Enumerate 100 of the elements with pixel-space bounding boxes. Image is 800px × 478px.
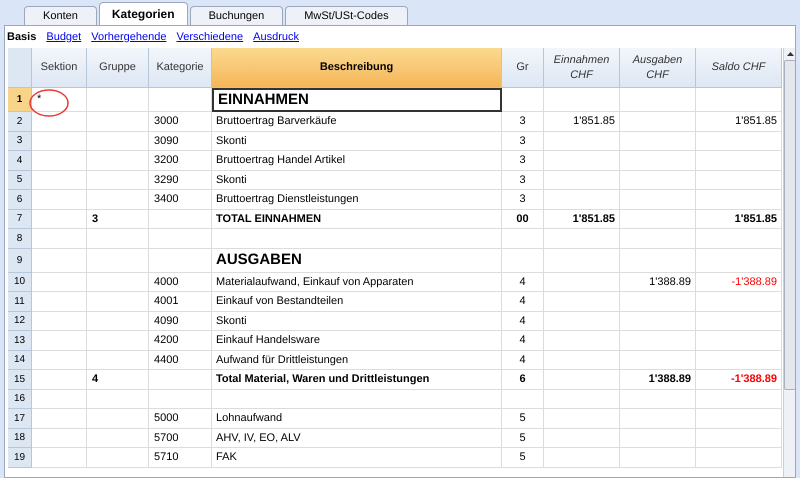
gr-cell: 5 [502,448,544,468]
category-cell: 3090 [149,132,212,151]
income-cell: 1'851.85 [544,210,620,229]
gr-cell: 3 [502,132,544,151]
column-header[interactable]: Ausgaben CHF [620,48,696,88]
section-cell: * [32,88,87,112]
section-cell [32,390,87,409]
row-number[interactable]: 4 [8,151,32,170]
group-cell [87,190,149,210]
balance-cell: -1'388.89 [696,272,782,292]
section-cell [32,292,87,312]
column-header[interactable]: Gruppe [87,48,149,88]
column-header[interactable]: Beschreibung [212,48,502,88]
category-cell: 5700 [149,428,212,448]
row-number[interactable]: 3 [8,132,32,151]
row-number[interactable]: 15 [8,370,32,390]
gr-cell [502,88,544,112]
description-cell: AHV, IV, EO, ALV [212,428,502,448]
gr-cell: 00 [502,210,544,229]
view-link[interactable]: Basis [7,28,36,46]
group-cell [87,312,149,331]
group-cell [87,229,149,248]
tab[interactable]: Buchungen [190,6,284,25]
row-number[interactable]: 12 [8,312,32,331]
group-cell [87,248,149,272]
column-header[interactable]: Saldo CHF [696,48,782,88]
column-header[interactable]: Einnahmen CHF [544,48,620,88]
row-number[interactable]: 13 [8,331,32,350]
scroll-thumb[interactable] [784,60,795,390]
description-cell: EINNAHMEN [212,88,502,112]
category-cell [149,229,212,248]
row-number[interactable]: 7 [8,210,32,229]
row-number[interactable]: 14 [8,350,32,370]
category-cell: 3400 [149,190,212,210]
tab[interactable]: MwSt/USt-Codes [285,6,408,25]
row-number[interactable]: 17 [8,409,32,428]
gr-cell [502,248,544,272]
description-cell: Bruttoertrag Barverkäufe [212,112,502,132]
section-cell [32,248,87,272]
view-link[interactable]: Ausdruck [253,28,299,46]
column-header[interactable]: Kategorie [149,48,212,88]
row-number[interactable]: 11 [8,292,32,312]
row-number[interactable]: 9 [8,248,32,272]
scrollbar[interactable] [783,48,795,477]
category-cell [149,210,212,229]
gr-cell: 3 [502,170,544,190]
gr-cell [502,390,544,409]
description-cell: Lohnaufwand [212,409,502,428]
group-cell [87,88,149,112]
row-number[interactable]: 18 [8,428,32,448]
category-cell [149,248,212,272]
row-number[interactable]: 6 [8,190,32,210]
description-cell: TOTAL EINNAHMEN [212,210,502,229]
group-cell [87,132,149,151]
description-cell: FAK [212,448,502,468]
tab[interactable]: Konten [24,6,97,25]
row-number[interactable]: 19 [8,448,32,468]
scroll-up-icon[interactable] [786,52,794,56]
category-cell: 4400 [149,350,212,370]
description-cell: AUSGABEN [212,248,502,272]
description-cell: Skonti [212,312,502,331]
row-number[interactable]: 1 [8,88,32,112]
description-cell: Skonti [212,132,502,151]
category-cell: 3000 [149,112,212,132]
gr-cell [502,229,544,248]
column-header[interactable]: Sektion [32,48,87,88]
section-cell [32,272,87,292]
balance-cell: 1'851.85 [696,112,782,132]
row-number[interactable]: 2 [8,112,32,132]
group-cell [87,170,149,190]
view-link[interactable]: Budget [46,28,82,46]
row-number[interactable]: 5 [8,170,32,190]
group-cell [87,292,149,312]
category-cell: 4200 [149,331,212,350]
gr-cell: 3 [502,190,544,210]
balance-cell: 1'851.85 [696,210,782,229]
column-header[interactable]: Gr [502,48,544,88]
row-number[interactable]: 16 [8,390,32,409]
group-cell: 4 [87,370,149,390]
section-cell [32,428,87,448]
corner-header [8,48,32,88]
gr-cell: 4 [502,312,544,331]
section-cell [32,448,87,468]
expense-cell: 1'388.89 [620,272,696,292]
category-cell [149,370,212,390]
view-link[interactable]: Verschiedene [176,28,244,46]
tab[interactable]: Kategorien [98,2,188,25]
gr-cell: 5 [502,409,544,428]
category-cell: 5710 [149,448,212,468]
income-cell: 1'851.85 [544,112,620,132]
row-number[interactable]: 8 [8,229,32,248]
group-cell [87,151,149,170]
category-cell: 3290 [149,170,212,190]
view-link[interactable]: Vorhergehende [91,28,166,46]
description-cell: Bruttoertrag Dienstleistungen [212,190,502,210]
gr-cell: 4 [502,292,544,312]
gr-cell: 3 [502,112,544,132]
gr-cell: 4 [502,331,544,350]
description-cell: Bruttoertrag Handel Artikel [212,151,502,170]
row-number[interactable]: 10 [8,272,32,292]
